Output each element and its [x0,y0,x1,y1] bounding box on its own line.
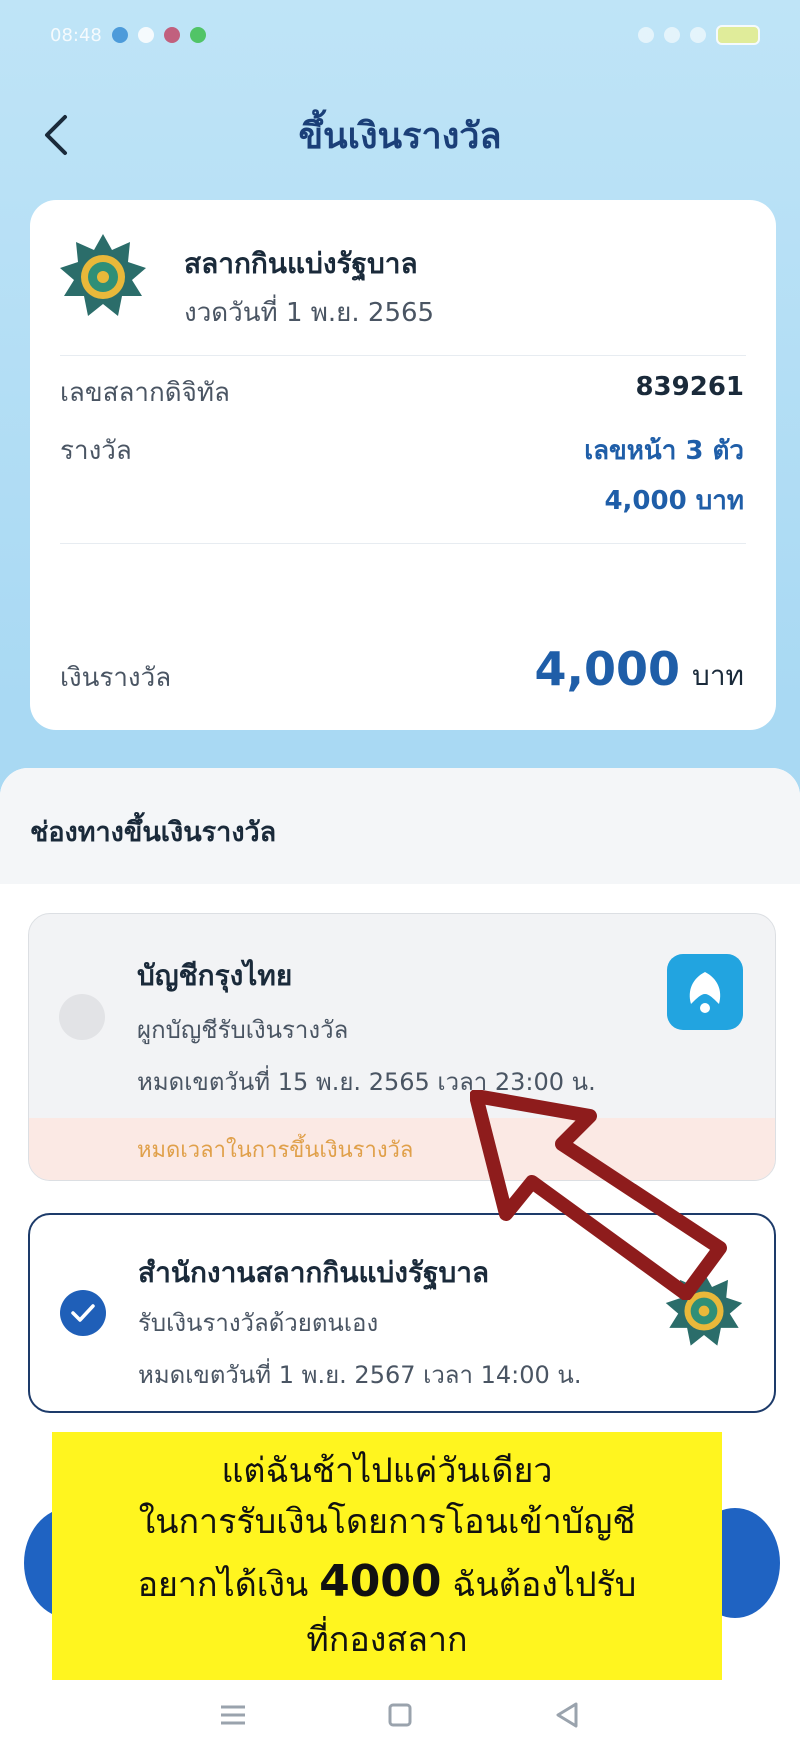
lottery-name: สลากกินแบ่งรัฐบาล [184,247,418,280]
draw-date: งวดวันที่ 1 พ.ย. 2565 [184,298,435,328]
option-title: บัญชีกรุงไทย [137,959,293,992]
ktb-bird-icon [689,972,721,1013]
total-prize-label: เงินรางวัล [60,663,172,693]
check-icon [71,1304,95,1322]
glo-seal-icon [60,234,146,316]
caption-line-4: ที่กองสลาก [306,1619,468,1660]
option-subtitle: ผูกบัญชีรับเงินรางวัล [137,1016,349,1044]
section-title: ช่องทางขึ้นเงินรางวัล [30,817,277,848]
back-triangle-icon [556,1702,578,1727]
alarm-icon [638,27,654,43]
caption-line-2: ในการรับเงินโดยการโอนเข้าบัญชี [138,1502,636,1543]
caption-amount: 4000 [319,1556,442,1607]
caption-line-1: แต่ฉันช้าไปแค่วันเดียว [221,1450,553,1491]
app-header: ขึ้นเงินรางวัล [0,95,800,175]
caption-line-3-pre: อยากได้เงิน [137,1565,309,1605]
prize-value: 4,000 บาท [604,486,744,516]
app-notification-icon [111,27,128,43]
expired-warning-text: หมดเวลาในการขึ้นเงินรางวัล [137,1137,414,1163]
status-left: 08:48 [50,25,206,46]
prize-type: เลขหน้า 3 ตัว [584,436,744,466]
chat-notification-icon [137,27,154,43]
status-right [638,25,760,45]
ktb-bank-icon [667,954,743,1030]
caption-line-3: อยากได้เงิน 4000 ฉันต้องไปรับ [138,1551,637,1613]
back-button[interactable] [28,107,84,163]
avatar-notification-icon [163,27,180,43]
sheet-header: ช่องทางขึ้นเงินรางวัล [0,768,800,884]
menu-icon [221,1705,246,1724]
total-prize-unit: บาท [692,659,744,692]
wifi-icon [664,27,680,43]
signal-icon [690,27,706,43]
status-time: 08:48 [50,24,102,46]
option-deadline: หมดเขตวันที่ 1 พ.ย. 2567 เวลา 14:00 น. [138,1361,582,1389]
line-notification-icon [189,27,206,43]
radio-unselected[interactable] [59,994,105,1040]
back-nav-button[interactable] [547,1695,587,1735]
caption-overlay: แต่ฉันช้าไปแค่วันเดียว ในการรับเงินโดยกา… [52,1432,722,1680]
home-nav-button[interactable] [380,1695,420,1735]
page-title: ขึ้นเงินรางวัล [298,115,502,157]
status-bar: 08:48 [0,0,800,70]
divider [60,355,746,356]
system-nav-bar [0,1680,800,1749]
menu-nav-button[interactable] [213,1695,253,1735]
ticket-number-value: 839261 [635,372,744,402]
battery-icon [716,25,760,45]
total-prize-number: 4,000 [534,642,681,696]
option-subtitle: รับเงินรางวัลด้วยตนเอง [138,1309,379,1337]
home-square-icon [388,1703,412,1726]
chevron-left-icon [45,115,67,155]
ticket-summary-card: สลากกินแบ่งรัฐบาล งวดวันที่ 1 พ.ย. 2565 … [30,200,776,730]
total-prize-amount: 4,000 บาท [535,642,744,698]
ticket-number-label: เลขสลากดิจิทัล [60,378,230,408]
prize-label: รางวัล [60,436,132,466]
red-arrow-annotation [470,1090,727,1300]
divider [60,543,746,544]
radio-selected[interactable] [60,1290,106,1336]
caption-line-3-post: ฉันต้องไปรับ [452,1565,637,1605]
option-title: สำนักงานสลากกินแบ่งรัฐบาล [138,1256,490,1289]
